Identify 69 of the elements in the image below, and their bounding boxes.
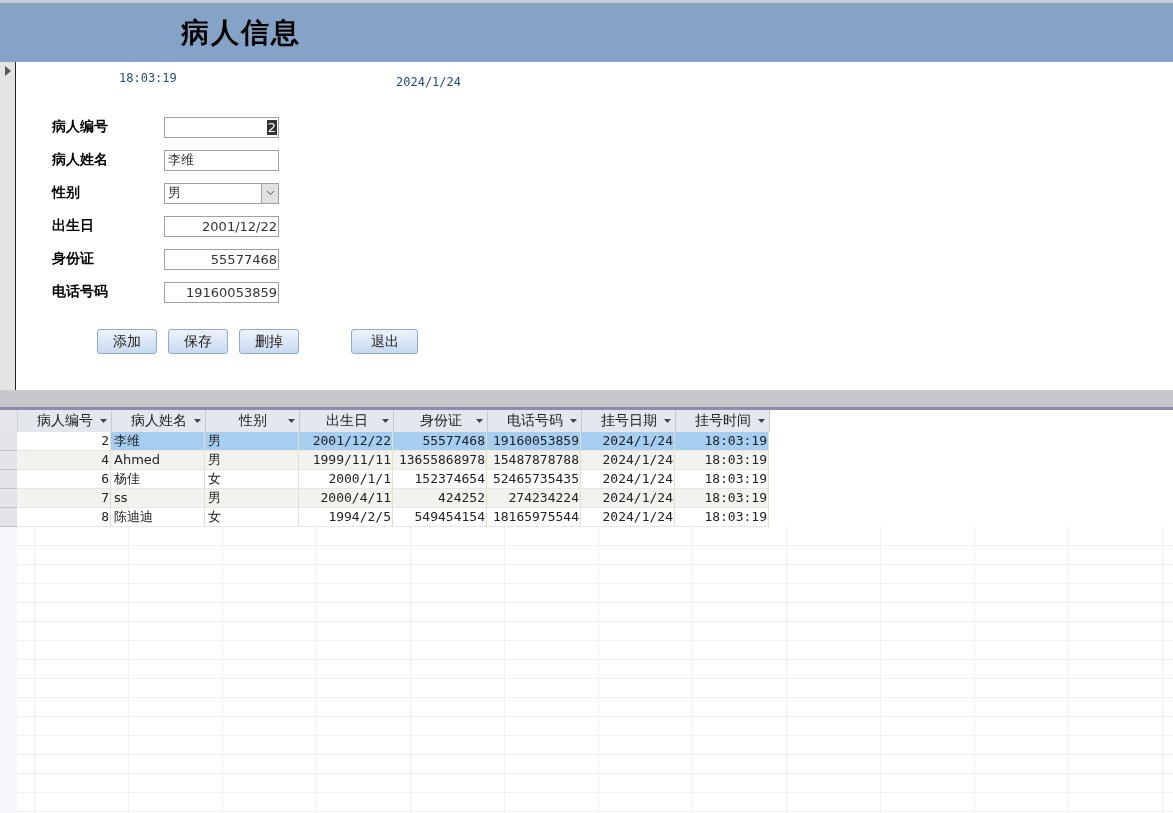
table-cell: 55577468 bbox=[393, 432, 487, 451]
field-label: 出生日 bbox=[52, 217, 95, 235]
column-header[interactable]: 病人编号 bbox=[18, 410, 112, 432]
table-cell: 女 bbox=[205, 508, 299, 527]
field-label: 性别 bbox=[52, 184, 81, 202]
record-selector[interactable] bbox=[0, 62, 16, 390]
column-header[interactable]: 电话号码 bbox=[488, 410, 582, 432]
column-header[interactable]: 挂号时间 bbox=[676, 410, 770, 432]
caret-icon[interactable] bbox=[476, 419, 483, 423]
table-cell: 2000/4/11 bbox=[299, 489, 393, 508]
table-cell: 19160053859 bbox=[487, 432, 581, 451]
action-button[interactable]: 添加 bbox=[97, 329, 157, 354]
field-label: 病人编号 bbox=[52, 118, 109, 136]
caret-icon[interactable] bbox=[100, 419, 107, 423]
column-header[interactable]: 病人姓名 bbox=[112, 410, 206, 432]
action-button[interactable]: 删掉 bbox=[239, 329, 299, 354]
caret-icon[interactable] bbox=[194, 419, 201, 423]
caret-icon[interactable] bbox=[664, 419, 671, 423]
table-cell: 18:03:19 bbox=[675, 489, 769, 508]
table-cell: 18:03:19 bbox=[675, 508, 769, 527]
input-field[interactable]: 李维 bbox=[164, 149, 279, 171]
table-cell: 男 bbox=[205, 451, 299, 470]
action-button[interactable]: 保存 bbox=[168, 329, 228, 354]
table-cell: 18165975544 bbox=[487, 508, 581, 527]
column-header[interactable]: 出生日 bbox=[300, 410, 394, 432]
column-header[interactable]: 挂号日期 bbox=[582, 410, 676, 432]
field-label: 电话号码 bbox=[52, 283, 109, 301]
table-cell: 2024/1/24 bbox=[581, 508, 675, 527]
table-cell: 2024/1/24 bbox=[581, 451, 675, 470]
table-cell: 陈迪迪 bbox=[111, 508, 205, 527]
table-cell: 男 bbox=[205, 489, 299, 508]
table-cell: 424252 bbox=[393, 489, 487, 508]
table-cell: 549454154 bbox=[393, 508, 487, 527]
input-field[interactable]: 19160053859 bbox=[164, 281, 279, 303]
caret-icon[interactable] bbox=[570, 419, 577, 423]
field-label: 病人姓名 bbox=[52, 151, 109, 169]
table-cell: 274234224 bbox=[487, 489, 581, 508]
table-cell: 7 bbox=[17, 489, 111, 508]
time-text: 18:03:19 bbox=[119, 71, 177, 85]
dropdown-field[interactable]: 男 bbox=[164, 182, 279, 204]
table-cell: 2024/1/24 bbox=[581, 432, 675, 451]
form-title: 病人信息 bbox=[181, 14, 301, 51]
caret-icon[interactable] bbox=[758, 419, 765, 423]
input-field[interactable]: 55577468 bbox=[164, 248, 279, 270]
input-field[interactable]: 2001/12/22 bbox=[164, 215, 279, 237]
table-cell: 1994/2/5 bbox=[299, 508, 393, 527]
table-cell: 15487878788 bbox=[487, 451, 581, 470]
input-field[interactable]: 2 bbox=[164, 116, 279, 138]
table-cell: 18:03:19 bbox=[675, 432, 769, 451]
table-cell: 13655868978 bbox=[393, 451, 487, 470]
field-label: 身份证 bbox=[52, 250, 95, 268]
table-cell: 8 bbox=[17, 508, 111, 527]
caret-icon[interactable] bbox=[382, 419, 389, 423]
table-cell: 2024/1/24 bbox=[581, 489, 675, 508]
caret-icon[interactable] bbox=[288, 419, 295, 423]
column-header[interactable]: 身份证 bbox=[394, 410, 488, 432]
table-cell: Ahmed bbox=[111, 451, 205, 470]
table-cell: 2001/12/22 bbox=[299, 432, 393, 451]
table-cell: 李维 bbox=[111, 432, 205, 451]
current-record-icon bbox=[4, 66, 11, 76]
date-text: 2024/1/24 bbox=[396, 75, 462, 89]
table-cell: 1999/11/11 bbox=[299, 451, 393, 470]
table-cell: 4 bbox=[17, 451, 111, 470]
table-cell: 男 bbox=[205, 432, 299, 451]
table-cell: 18:03:19 bbox=[675, 451, 769, 470]
selected-text: 2 bbox=[266, 119, 277, 135]
action-button[interactable]: 退出 bbox=[351, 329, 418, 354]
table-cell: ss bbox=[111, 489, 205, 508]
column-header[interactable]: 性别 bbox=[206, 410, 300, 432]
